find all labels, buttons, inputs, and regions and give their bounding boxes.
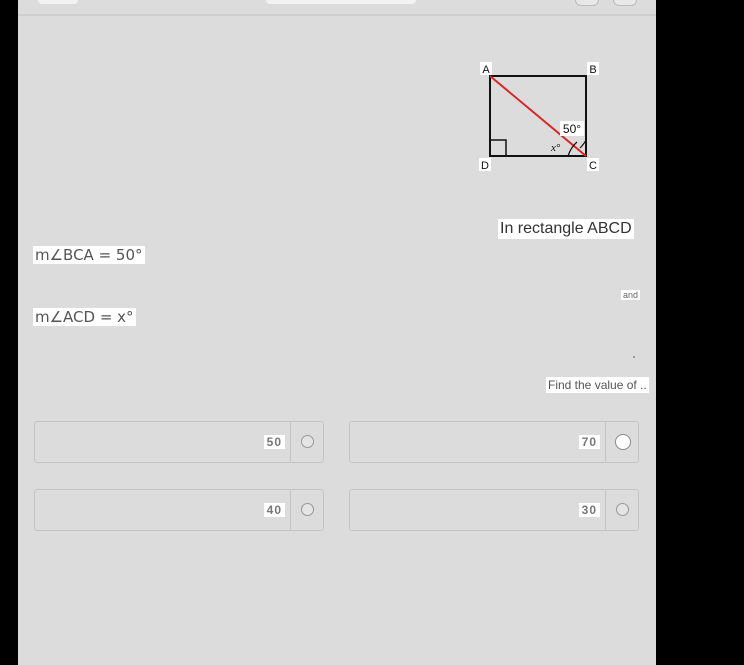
top-bar-segment: [38, 0, 78, 4]
decorative-dot: [633, 356, 635, 358]
question-panel: A B C D 50° x° In rectangle ABCD m∠BCA =…: [18, 0, 656, 665]
question-prompt: Find the value of ..: [546, 377, 649, 393]
question-intro: In rectangle ABCD: [498, 219, 634, 239]
vertex-d-label: D: [481, 160, 489, 172]
radio-button[interactable]: [301, 435, 314, 448]
right-angle-marker: [490, 139, 507, 156]
radio-button[interactable]: [615, 434, 631, 450]
option-divider: [290, 422, 291, 462]
option-value: 70: [578, 435, 600, 449]
rectangle-diagram: A B C D 50° x°: [479, 62, 599, 172]
toolbar-button[interactable]: [575, 0, 599, 6]
diagonal-ac: [489, 75, 587, 157]
answer-option-50[interactable]: 50: [34, 421, 324, 463]
top-bar-title-segment: [266, 0, 416, 4]
angle-bca-statement: m∠BCA = 50°: [33, 246, 145, 264]
vertex-a-label: A: [482, 64, 490, 76]
conjunction-label: and: [621, 290, 641, 300]
answer-option-40[interactable]: 40: [34, 489, 324, 531]
option-value: 50: [263, 435, 285, 449]
angle-x-label: x°: [550, 142, 561, 154]
vertex-c-label: C: [589, 160, 597, 172]
toolbar-button[interactable]: [613, 0, 637, 6]
answer-option-70[interactable]: 70: [349, 421, 639, 463]
option-divider: [605, 422, 606, 462]
option-value: 40: [263, 503, 285, 517]
radio-button[interactable]: [616, 503, 629, 516]
answer-option-30[interactable]: 30: [349, 489, 639, 531]
angle-50-label: 50°: [563, 122, 581, 136]
vertex-b-label: B: [589, 64, 596, 76]
radio-button[interactable]: [301, 503, 314, 516]
option-divider: [290, 490, 291, 530]
option-value: 30: [578, 503, 600, 517]
option-divider: [605, 490, 606, 530]
top-divider: [18, 14, 656, 16]
angle-acd-statement: m∠ACD = x°: [33, 308, 136, 326]
